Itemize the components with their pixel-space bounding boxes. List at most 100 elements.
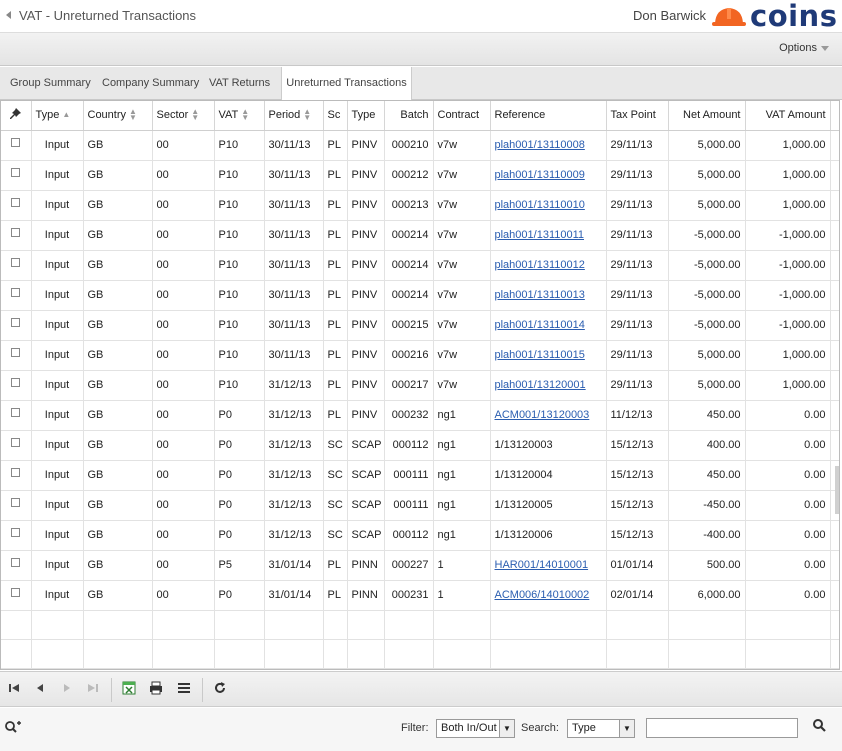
table-row[interactable]: Input GB 00 P10 30/11/13 PL PINV 000214 v7w plah0…	[1, 250, 839, 281]
reference-link[interactable]: HAR001/14010001	[495, 559, 589, 571]
row-checkbox[interactable]	[11, 287, 21, 297]
refresh-icon[interactable]	[211, 681, 229, 699]
col-ttype-header[interactable]: Type	[347, 101, 385, 131]
empty-cell	[264, 610, 324, 640]
back-arrow-icon[interactable]	[6, 11, 11, 19]
cell-country: GB	[83, 400, 153, 431]
col-taxpoint-header[interactable]: Tax Point	[606, 101, 669, 131]
table-row[interactable]: Input GB 00 P10 30/11/13 PL PINV 000212 v7w plah0…	[1, 160, 839, 191]
row-checkbox[interactable]	[11, 407, 21, 417]
col-period-header[interactable]: Period ▲ ▼	[264, 101, 324, 131]
cell-type: Input	[31, 250, 84, 281]
row-checkbox[interactable]	[11, 167, 21, 177]
col-sector-header[interactable]: Sector ▲ ▼	[152, 101, 215, 131]
tab-vat-returns[interactable]: VAT Returns	[207, 67, 272, 100]
col-vatamount-header[interactable]: VAT Amount	[745, 101, 831, 131]
user-name[interactable]: Don Barwick	[633, 8, 706, 23]
table-row[interactable]: Input GB 00 P0 31/01/14 PL PINN 000231 1 ACM006/1…	[1, 580, 839, 611]
row-checkbox[interactable]	[11, 377, 21, 387]
table-row[interactable]: Input GB 00 P0 31/12/13 SC SCAP 000112 ng1 1/1312…	[1, 430, 839, 461]
cell-batch: 000217	[384, 370, 434, 401]
table-row[interactable]: Input GB 00 P10 30/11/13 PL PINV 000215 v7w plah0…	[1, 310, 839, 341]
tab-group-summary[interactable]: Group Summary	[8, 67, 93, 100]
reference-link[interactable]: plah001/13110009	[495, 169, 585, 181]
col-net-header[interactable]: Net Amount	[668, 101, 746, 131]
cell-filler	[830, 280, 839, 311]
cell-reference: plah001/13110015	[490, 340, 607, 371]
cell-reference: HAR001/14010001	[490, 550, 607, 581]
reference-link[interactable]: plah001/13110012	[495, 259, 585, 271]
table-row[interactable]: Input GB 00 P10 30/11/13 PL PINV 000216 v7w plah0…	[1, 340, 839, 371]
options-button[interactable]: Options	[779, 42, 829, 54]
col-reference-header[interactable]: Reference	[490, 101, 607, 131]
cell-vat: P10	[214, 220, 265, 251]
reference-link[interactable]: plah001/13110008	[495, 139, 585, 151]
row-checkbox[interactable]	[11, 227, 21, 237]
table-row[interactable]: Input GB 00 P0 31/12/13 SC SCAP 000111 ng1 1/1312…	[1, 490, 839, 521]
row-checkbox[interactable]	[11, 467, 21, 477]
reference-link[interactable]: plah001/13110011	[495, 229, 585, 241]
col-batch-header[interactable]: Batch	[384, 101, 434, 131]
reference-link[interactable]: ACM001/13120003	[495, 409, 590, 421]
col-sc-header[interactable]: Sc	[323, 101, 348, 131]
table-row[interactable]: Input GB 00 P5 31/01/14 PL PINN 000227 1 HAR001/1…	[1, 550, 839, 581]
next-page-icon[interactable]	[58, 681, 76, 699]
cell-vat-amount: 1,000.00	[745, 370, 831, 401]
scrollbar[interactable]	[835, 466, 839, 514]
search-field-value: Type	[572, 722, 596, 734]
table-row[interactable]: Input GB 00 P10 30/11/13 PL PINV 000214 v7w plah0…	[1, 280, 839, 311]
table-row[interactable]: Input GB 00 P10 30/11/13 PL PINV 000210 v7w plah0…	[1, 130, 839, 161]
cell-ttype: PINV	[347, 250, 385, 281]
row-checkbox[interactable]	[11, 257, 21, 267]
reference-link[interactable]: plah001/13110015	[495, 349, 585, 361]
row-checkbox[interactable]	[11, 137, 21, 147]
columns-icon[interactable]	[175, 681, 193, 699]
cell-tax-point: 29/11/13	[606, 250, 669, 281]
row-checkbox[interactable]	[11, 437, 21, 447]
tab-unreturned-transactions[interactable]: Unreturned Transactions	[281, 67, 412, 101]
row-checkbox[interactable]	[11, 527, 21, 537]
cell-period: 30/11/13	[264, 310, 324, 341]
first-page-icon[interactable]	[5, 681, 23, 699]
row-checkbox[interactable]	[11, 347, 21, 357]
cell-type: Input	[31, 130, 84, 161]
reference-link[interactable]: plah001/13110014	[495, 319, 585, 331]
add-search-icon[interactable]	[4, 720, 22, 737]
table-row[interactable]: Input GB 00 P0 31/12/13 SC SCAP 000111 ng1 1/1312…	[1, 460, 839, 491]
cell-country: GB	[83, 130, 153, 161]
table-row[interactable]: Input GB 00 P10 30/11/13 PL PINV 000214 v7w plah0…	[1, 220, 839, 251]
excel-export-icon[interactable]	[120, 681, 138, 699]
reference-link[interactable]: plah001/13120001	[495, 379, 586, 391]
col-type-header[interactable]: Type ▲	[31, 101, 84, 131]
last-page-icon[interactable]	[84, 681, 102, 699]
col-country-label: Country	[87, 109, 127, 122]
pin-column-header[interactable]	[1, 101, 32, 131]
print-icon[interactable]	[147, 681, 165, 699]
row-checkbox[interactable]	[11, 197, 21, 207]
cell-sector: 00	[152, 400, 215, 431]
tab-company-summary[interactable]: Company Summary	[100, 67, 201, 100]
table-row[interactable]: Input GB 00 P10 30/11/13 PL PINV 000213 v7w plah0…	[1, 190, 839, 221]
row-checkbox[interactable]	[11, 497, 21, 507]
cell-reference: 1/13120005	[490, 490, 607, 521]
cell-ttype: PINN	[347, 580, 385, 611]
reference-link[interactable]: ACM006/14010002	[495, 589, 590, 601]
search-field-select[interactable]: Type ▼	[567, 719, 635, 738]
prev-page-icon[interactable]	[31, 681, 49, 699]
cell-sc: SC	[323, 460, 348, 491]
col-country-header[interactable]: Country ▲ ▼	[83, 101, 153, 131]
row-checkbox[interactable]	[11, 557, 21, 567]
col-contract-header[interactable]: Contract	[433, 101, 491, 131]
search-input[interactable]	[646, 718, 798, 738]
table-row[interactable]: Input GB 00 P0 31/12/13 PL PINV 000232 ng1 ACM001…	[1, 400, 839, 431]
table-row[interactable]: Input GB 00 P0 31/12/13 SC SCAP 000112 ng1 1/1312…	[1, 520, 839, 551]
col-vat-header[interactable]: VAT ▲ ▼	[214, 101, 265, 131]
table-row[interactable]: Input GB 00 P10 31/12/13 PL PINV 000217 v7w plah0…	[1, 370, 839, 401]
reference-link[interactable]: plah001/13110013	[495, 289, 585, 301]
row-checkbox[interactable]	[11, 587, 21, 597]
search-icon[interactable]	[812, 718, 826, 735]
filter-select[interactable]: Both In/Out ▼	[436, 719, 515, 738]
row-checkbox[interactable]	[11, 317, 21, 327]
reference-link[interactable]: plah001/13110010	[495, 199, 585, 211]
row-select-cell	[1, 220, 32, 251]
